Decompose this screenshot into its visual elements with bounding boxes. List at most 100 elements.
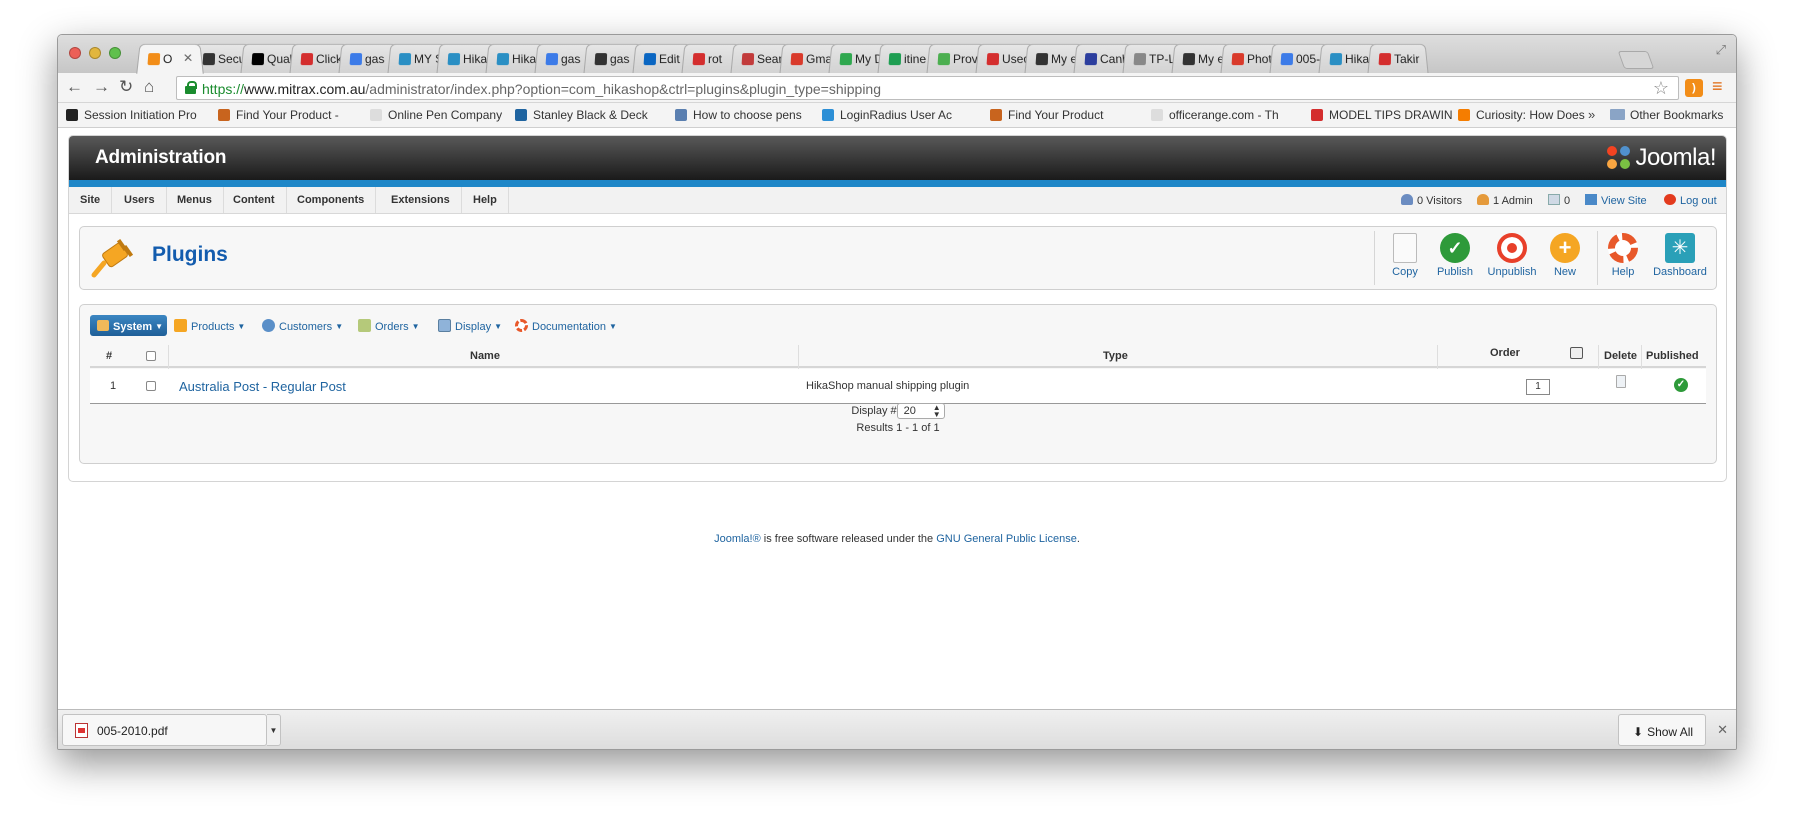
messages-status[interactable]: 0 (1548, 194, 1570, 207)
select-all-checkbox[interactable] (146, 351, 156, 361)
tab-favicon-icon (202, 53, 216, 66)
bookmark-item[interactable]: Session Initiation Pro (66, 108, 212, 122)
zoom-window-button[interactable] (109, 47, 121, 59)
admin-frame: Administration Joomla! Site Users Menus … (68, 135, 1727, 482)
orders-menu[interactable]: Orders ▼ (358, 319, 420, 333)
bookmarks-overflow-button[interactable]: » (1588, 107, 1595, 122)
tab-label: Hika (462, 52, 488, 67)
lifebuoy-icon (515, 319, 528, 332)
minimize-window-button[interactable] (89, 47, 101, 59)
bookmark-item[interactable]: Online Pen Company (370, 108, 516, 122)
bookmark-label: How to choose pens (693, 108, 802, 122)
view-site-link[interactable]: View Site (1585, 194, 1647, 207)
browser-tab[interactable]: O ✕ (136, 43, 204, 74)
back-button[interactable]: ← (66, 78, 83, 96)
model-icon (1311, 109, 1323, 121)
display-menu[interactable]: Display ▼ (438, 319, 502, 333)
plugin-type: HikaShop manual shipping plugin (806, 380, 970, 392)
pen-icon (675, 109, 687, 121)
tab-label: Phot (1246, 52, 1273, 67)
show-all-downloads-button[interactable]: ⬇ Show All (1618, 714, 1706, 746)
tab-label: gas (364, 52, 385, 67)
menu-content[interactable]: Content (222, 187, 287, 213)
customers-icon (262, 319, 275, 332)
download-options-button[interactable]: ▼ (267, 714, 281, 746)
save-order-icon[interactable] (1570, 347, 1583, 359)
menu-users[interactable]: Users (113, 187, 167, 213)
fullscreen-icon[interactable]: ⤢ (1716, 42, 1726, 58)
menu-help[interactable]: Help (462, 187, 509, 213)
customers-menu[interactable]: Customers ▼ (262, 319, 343, 333)
plugin-list-panel: System ▼ Products ▼ Customers ▼ Orders ▼ Dis… (79, 304, 1717, 464)
home-button[interactable]: ⌂ (144, 78, 154, 96)
gpl-license-link[interactable]: GNU General Public License (936, 533, 1077, 545)
col-header-delete: Delete (1604, 350, 1638, 362)
menu-menus[interactable]: Menus (166, 187, 224, 213)
close-window-button[interactable] (69, 47, 81, 59)
menu-site[interactable]: Site (69, 187, 113, 213)
bookmark-item[interactable]: officerange.com - Th (1151, 108, 1297, 122)
other-bookmarks-folder[interactable]: Other Bookmarks (1610, 108, 1723, 122)
published-check-icon[interactable]: ✓ (1674, 378, 1688, 392)
bookmark-star-icon[interactable]: ☆ (1653, 78, 1669, 99)
header-accent-bar (69, 180, 1726, 187)
browser-tab[interactable]: Takir (1367, 43, 1429, 74)
display-count-select[interactable]: 20 ▲ ▼ (896, 403, 945, 419)
order-input[interactable]: 1 (1526, 379, 1550, 395)
bookmark-item[interactable]: MODEL TIPS DRAWIN (1311, 108, 1457, 122)
col-header-published[interactable]: Published (1646, 350, 1699, 362)
logout-link[interactable]: Log out (1664, 194, 1717, 207)
bookmark-label: Session Initiation Pro (84, 108, 197, 122)
bookmark-item[interactable]: Find Your Product - (218, 108, 364, 122)
col-header-name[interactable]: Name (470, 350, 500, 362)
tab-favicon-icon (839, 53, 853, 66)
dashboard-button[interactable]: ✳ Dashboard (1652, 233, 1708, 278)
row-checkbox[interactable] (146, 381, 156, 391)
tab-favicon-icon (790, 53, 804, 66)
col-header-order[interactable]: Order (1490, 347, 1520, 359)
products-menu[interactable]: Products ▼ (174, 319, 245, 333)
col-header-type[interactable]: Type (1103, 350, 1128, 362)
tab-favicon-icon (1182, 53, 1196, 66)
new-tab-button[interactable] (1617, 51, 1655, 69)
tab-label: rot (707, 52, 723, 67)
page-content: Administration Joomla! Site Users Menus … (58, 129, 1736, 709)
browser-menu-icon[interactable]: ≡ (1712, 76, 1723, 97)
tab-label: Takir (1393, 52, 1420, 67)
tab-favicon-icon (888, 53, 902, 66)
publish-button[interactable]: ✓ Publish (1433, 233, 1477, 278)
admins-status: 1 Admin (1477, 194, 1533, 207)
close-tab-icon[interactable]: ✕ (183, 51, 194, 65)
bookmark-item[interactable]: Curiosity: How Does (1458, 108, 1604, 122)
bookmark-item[interactable]: LoginRadius User Ac (822, 108, 968, 122)
tab-favicon-icon (937, 53, 951, 66)
bookmark-item[interactable]: Find Your Product (990, 108, 1136, 122)
users-icon (1401, 194, 1413, 205)
copy-button[interactable]: Copy (1385, 233, 1425, 278)
system-menu-button[interactable]: System ▼ (90, 315, 167, 336)
menu-components[interactable]: Components (286, 187, 377, 213)
close-download-shelf-icon[interactable]: ✕ (1717, 722, 1728, 738)
admin-title: Administration (95, 147, 227, 168)
documentation-menu[interactable]: Documentation ▼ (515, 319, 617, 333)
delete-icon[interactable] (1616, 375, 1626, 388)
rss-icon[interactable]: ) (1685, 79, 1703, 97)
table-header: # Name Type Order Delete Published (90, 345, 1706, 368)
product-icon (990, 109, 1002, 121)
help-button[interactable]: Help (1608, 233, 1638, 278)
address-bar[interactable]: https://www.mitrax.com.au/administrator/… (176, 76, 1679, 100)
tab-label: O (162, 52, 173, 67)
tab-favicon-icon (1231, 53, 1245, 66)
plugin-name-link[interactable]: Australia Post - Regular Post (179, 379, 346, 394)
download-item[interactable]: 005-2010.pdf (62, 714, 267, 746)
bookmark-item[interactable]: Stanley Black & Deck (515, 108, 661, 122)
joomla-link[interactable]: Joomla!® (714, 533, 761, 545)
new-button[interactable]: + New (1550, 233, 1580, 278)
tab-favicon-icon (986, 53, 1000, 66)
forward-button[interactable]: → (93, 78, 110, 96)
bookmark-item[interactable]: How to choose pens (675, 108, 821, 122)
unpublish-button[interactable]: Unpublish (1484, 233, 1540, 278)
bookmark-label: Curiosity: How Does (1476, 108, 1585, 122)
menu-extensions[interactable]: Extensions (380, 187, 462, 213)
reload-button[interactable]: ↻ (119, 78, 133, 96)
